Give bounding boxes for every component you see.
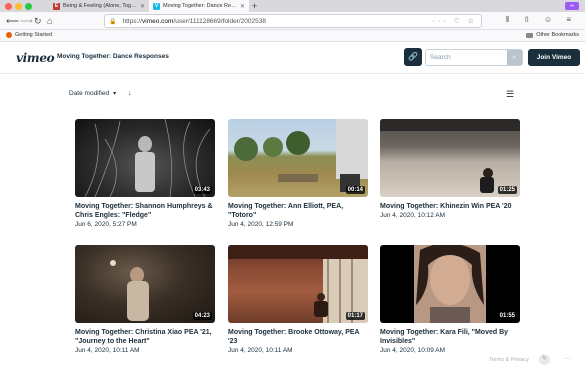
video-title[interactable]: Moving Together: Khinezin Win PEA '20 [380, 202, 520, 211]
sort-direction-icon[interactable]: ↓ [128, 90, 132, 97]
video-date: Jun 4, 2020, 10:09 AM [380, 347, 446, 354]
video-date: Jun 4, 2020, 12:59 PM [228, 221, 294, 228]
browser-tab-moving-together[interactable]: V Moving Together: Dance Respons ✕ [149, 0, 249, 12]
video-card[interactable]: 00:14 Moving Together: Ann Elliott, PEA,… [228, 119, 368, 228]
video-card[interactable]: 01:55 Moving Together: Kara Fili, "Moved… [380, 245, 520, 354]
search-input[interactable] [430, 50, 508, 65]
back-icon[interactable]: ⟵ [6, 15, 19, 27]
video-thumbnail[interactable]: 00:14 [228, 119, 368, 197]
list-view-icon[interactable]: ☰ [506, 89, 514, 100]
search-box: ⌕ [425, 49, 523, 66]
minimize-window-button[interactable] [15, 3, 22, 10]
terms-privacy-link[interactable]: Terms & Privacy [489, 357, 529, 363]
video-date: Jun 6, 2020, 5:27 PM [75, 221, 137, 228]
chevron-down-icon[interactable]: ▾ [113, 90, 116, 97]
close-tab-icon[interactable]: ✕ [240, 3, 245, 10]
video-title[interactable]: Moving Together: Brooke Ottoway, PEA '23 [228, 328, 368, 346]
search-icon[interactable]: ⌕ [507, 50, 522, 65]
video-card[interactable]: 01:17 Moving Together: Brooke Ottoway, P… [228, 245, 368, 354]
url-text: https://vimeo.com/user/111128669/folder/… [122, 17, 266, 25]
join-vimeo-button[interactable]: Join Vimeo [528, 49, 580, 66]
video-duration: 01:25 [497, 186, 517, 194]
page-title: Moving Together: Dance Responses [57, 53, 169, 60]
video-date: Jun 4, 2020, 10:11 AM [75, 347, 140, 354]
video-thumbnail[interactable]: 04:23 [75, 245, 215, 323]
close-window-button[interactable] [5, 3, 12, 10]
video-date: Jun 4, 2020, 10:11 AM [228, 347, 293, 354]
more-options-icon[interactable]: ··· [562, 354, 573, 365]
vimeo-logo[interactable]: vimeo [16, 51, 55, 65]
close-tab-icon[interactable]: ✕ [140, 3, 145, 10]
new-tab-icon[interactable]: + [252, 0, 257, 12]
video-duration: 01:17 [345, 312, 365, 320]
video-card[interactable]: 01:25 Moving Together: Khinezin Win PEA … [380, 119, 520, 219]
tab-favicon-icon: V [153, 2, 160, 10]
sort-dropdown[interactable]: Date modified [69, 90, 109, 97]
video-card[interactable]: 04:23 Moving Together: Christina Xiao PE… [75, 245, 215, 354]
lock-icon: 🔒 [109, 18, 117, 25]
video-title[interactable]: Moving Together: Christina Xiao PEA '21,… [75, 328, 215, 346]
home-icon[interactable]: ⌂ [47, 15, 52, 27]
video-thumbnail[interactable]: 01:55 [380, 245, 520, 323]
bookmarks-bar: Getting Started Other Bookmarks [0, 30, 585, 42]
bookmark-getting-started[interactable]: Getting Started [6, 32, 52, 38]
video-title[interactable]: Moving Together: Ann Elliott, PEA, "Toto… [228, 202, 368, 220]
site-header: vimeo Moving Together: Dance Responses 🔗… [0, 42, 585, 74]
video-title[interactable]: Moving Together: Shannon Humphreys & Chr… [75, 202, 215, 220]
bookmark-label: Other Bookmarks [536, 32, 579, 38]
video-duration: 03:43 [192, 186, 212, 194]
video-card[interactable]: 03:43 Moving Together: Shannon Humphreys… [75, 119, 215, 228]
extension-badge-icon[interactable]: ∞ [565, 2, 579, 10]
reload-icon[interactable]: ↻ [34, 15, 42, 27]
tab-favicon-icon: E [53, 2, 60, 10]
browser-nav-bar: ⟵ ⟶ ↻ ⌂ 🔒 https://vimeo.com/user/1111286… [0, 12, 585, 30]
video-thumbnail[interactable]: 01:25 [380, 119, 520, 197]
firefox-icon [6, 32, 12, 38]
browser-tab-being-feeling[interactable]: E Being & Feeling (Alone, Togeth ✕ [49, 0, 149, 12]
browser-tab-strip: E Being & Feeling (Alone, Togeth ✕ V Mov… [0, 0, 585, 12]
maximize-window-button[interactable] [25, 3, 32, 10]
bookmark-label: Getting Started [15, 32, 52, 38]
bookmark-other-bookmarks[interactable]: Other Bookmarks [526, 32, 579, 38]
tab-label: Moving Together: Dance Respons [163, 3, 238, 9]
video-thumbnail[interactable]: 01:17 [228, 245, 368, 323]
video-duration: 04:23 [192, 312, 212, 320]
page-actions-icon[interactable]: ··· ♡ ☆ [433, 17, 477, 25]
toolbar-icons[interactable]: ⫴ ▯ ☺ ≡ [506, 15, 577, 25]
folder-icon [526, 32, 534, 38]
video-thumbnail[interactable]: 03:43 [75, 119, 215, 197]
help-icon[interactable]: ✎ [539, 354, 550, 365]
url-bar[interactable]: 🔒 https://vimeo.com/user/111128669/folde… [104, 14, 482, 28]
video-duration: 01:55 [497, 312, 517, 320]
sort-bar: Date modified ▾ ↓ [69, 90, 132, 97]
tab-label: Being & Feeling (Alone, Togeth [63, 3, 138, 9]
video-title[interactable]: Moving Together: Kara Fili, "Moved By In… [380, 328, 520, 346]
copy-link-button[interactable]: 🔗 [404, 48, 422, 66]
forward-icon[interactable]: ⟶ [20, 15, 33, 27]
video-date: Jun 4, 2020, 10:12 AM [380, 212, 446, 219]
video-duration: 00:14 [345, 186, 365, 194]
